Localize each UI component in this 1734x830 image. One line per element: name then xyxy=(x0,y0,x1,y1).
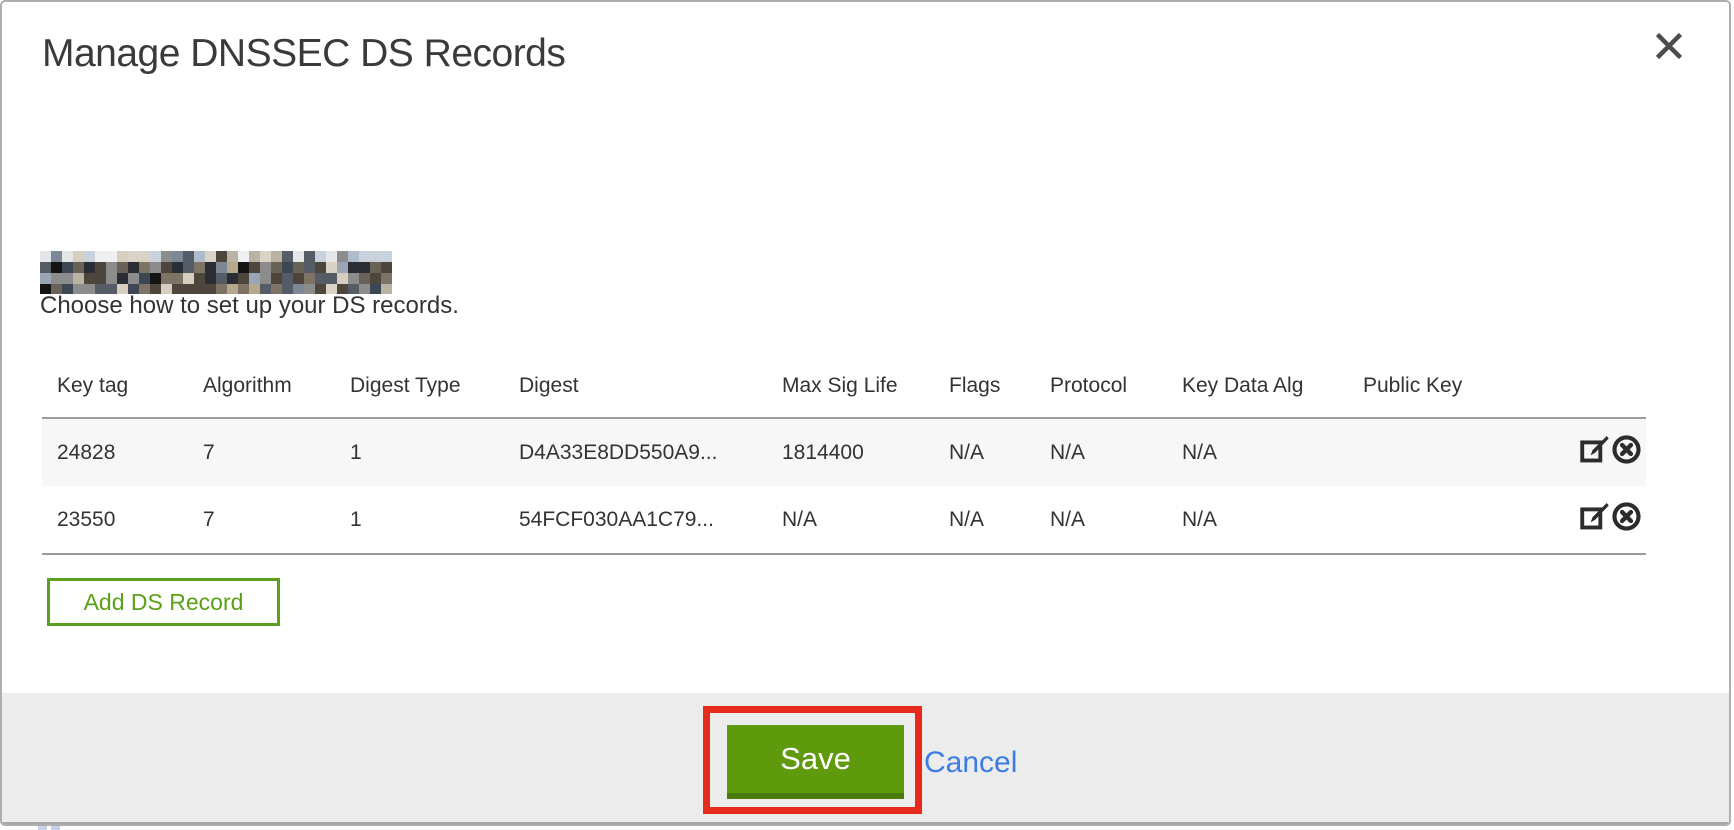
col-header-key-tag: Key tag xyxy=(42,354,188,418)
row-actions xyxy=(1503,486,1646,554)
cancel-link[interactable]: Cancel xyxy=(924,746,1017,780)
cell-digest: 54FCF030AA1C79... xyxy=(504,486,767,554)
cell-protocol: N/A xyxy=(1035,418,1167,486)
close-icon[interactable] xyxy=(1650,28,1688,66)
cell-algorithm: 7 xyxy=(188,418,335,486)
cell-public-key xyxy=(1348,486,1503,554)
cell-algorithm: 7 xyxy=(188,486,335,554)
col-header-protocol: Protocol xyxy=(1035,354,1167,418)
cell-max-sig-life: 1814400 xyxy=(767,418,934,486)
add-ds-record-button[interactable]: Add DS Record xyxy=(47,578,280,626)
col-header-flags: Flags xyxy=(934,354,1035,418)
delete-record-icon[interactable] xyxy=(1611,501,1642,538)
col-header-digest: Digest xyxy=(504,354,767,418)
ds-records-table: Key tag Algorithm Digest Type Digest Max… xyxy=(42,354,1646,555)
cell-protocol: N/A xyxy=(1035,486,1167,554)
col-header-algorithm: Algorithm xyxy=(188,354,335,418)
cell-digest: D4A33E8DD550A9... xyxy=(504,418,767,486)
dialog-title: Manage DNSSEC DS Records xyxy=(42,32,565,76)
col-header-digest-type: Digest Type xyxy=(335,354,504,418)
cell-key-tag: 23550 xyxy=(42,486,188,554)
cell-key-data-alg: N/A xyxy=(1167,486,1348,554)
cell-key-tag: 24828 xyxy=(42,418,188,486)
manage-dnssec-dialog: Manage DNSSEC DS Records Choose how to s… xyxy=(0,0,1731,826)
col-header-key-data-alg: Key Data Alg xyxy=(1167,354,1348,418)
cell-flags: N/A xyxy=(934,486,1035,554)
cell-max-sig-life: N/A xyxy=(767,486,934,554)
cell-flags: N/A xyxy=(934,418,1035,486)
underlying-page-fragment xyxy=(51,826,60,830)
delete-record-icon[interactable] xyxy=(1611,434,1642,471)
cell-digest-type: 1 xyxy=(335,486,504,554)
col-header-max-sig-life: Max Sig Life xyxy=(767,354,934,418)
table-header-row: Key tag Algorithm Digest Type Digest Max… xyxy=(42,354,1646,418)
underlying-page-fragment xyxy=(38,826,47,830)
cell-digest-type: 1 xyxy=(335,418,504,486)
redacted-domain-name xyxy=(40,251,392,294)
edit-record-icon[interactable] xyxy=(1579,434,1610,471)
screenshot-stage: Manage DNSSEC DS Records Choose how to s… xyxy=(0,0,1734,830)
table-row: 23550 7 1 54FCF030AA1C79... N/A N/A N/A … xyxy=(42,486,1646,554)
setup-instruction-text: Choose how to set up your DS records. xyxy=(40,292,459,320)
col-header-actions xyxy=(1503,354,1646,418)
close-x-glyph xyxy=(1652,29,1686,63)
save-button[interactable]: Save xyxy=(727,725,904,799)
cell-key-data-alg: N/A xyxy=(1167,418,1348,486)
edit-record-icon[interactable] xyxy=(1579,501,1610,538)
row-actions xyxy=(1503,418,1646,486)
col-header-public-key: Public Key xyxy=(1348,354,1503,418)
cell-public-key xyxy=(1348,418,1503,486)
table-row: 24828 7 1 D4A33E8DD550A9... 1814400 N/A … xyxy=(42,418,1646,486)
